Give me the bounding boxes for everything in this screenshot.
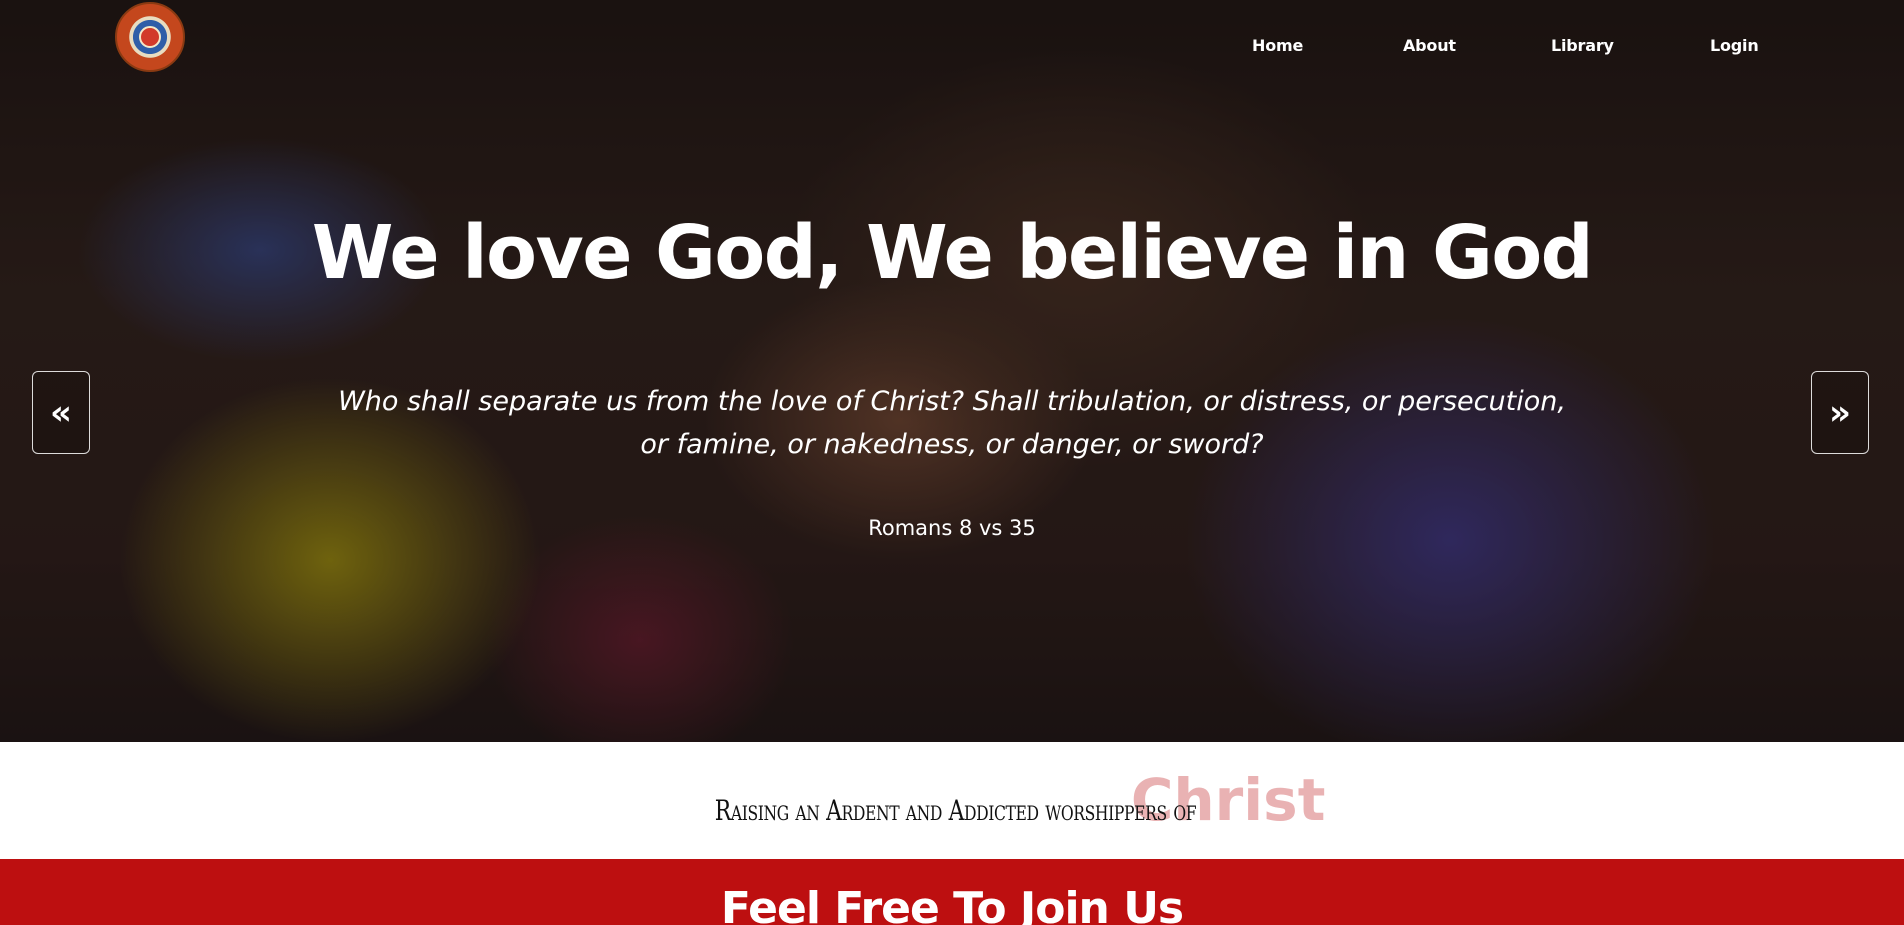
nav-login-link[interactable]: Login [1710, 36, 1759, 55]
join-section: Feel Free To Join Us [0, 859, 1904, 925]
main-nav: Home About Library Login [0, 36, 1904, 60]
tagline-lead: Raising an Ardent and Addicted worshippe… [714, 794, 1196, 827]
hero-verse: Who shall separate us from the love of C… [338, 386, 1566, 460]
carousel-next-button[interactable]: » [1811, 371, 1869, 454]
hero-headline: We love God, We believe in God [311, 210, 1594, 296]
double-chevron-right-icon: » [1829, 392, 1851, 433]
tagline-section: Raising an Ardent and Addicted worshippe… [0, 742, 1904, 859]
nav-library-link[interactable]: Library [1551, 36, 1614, 55]
hero-carousel: Home About Library Login We love God, We… [0, 0, 1904, 742]
verse-reference: Romans 8 vs 35 [868, 516, 1036, 540]
nav-about-link[interactable]: About [1403, 36, 1456, 55]
double-chevron-left-icon: « [50, 392, 72, 433]
nav-home-link[interactable]: Home [1252, 36, 1303, 55]
join-title: Feel Free To Join Us [720, 883, 1184, 925]
carousel-prev-button[interactable]: « [32, 371, 90, 454]
